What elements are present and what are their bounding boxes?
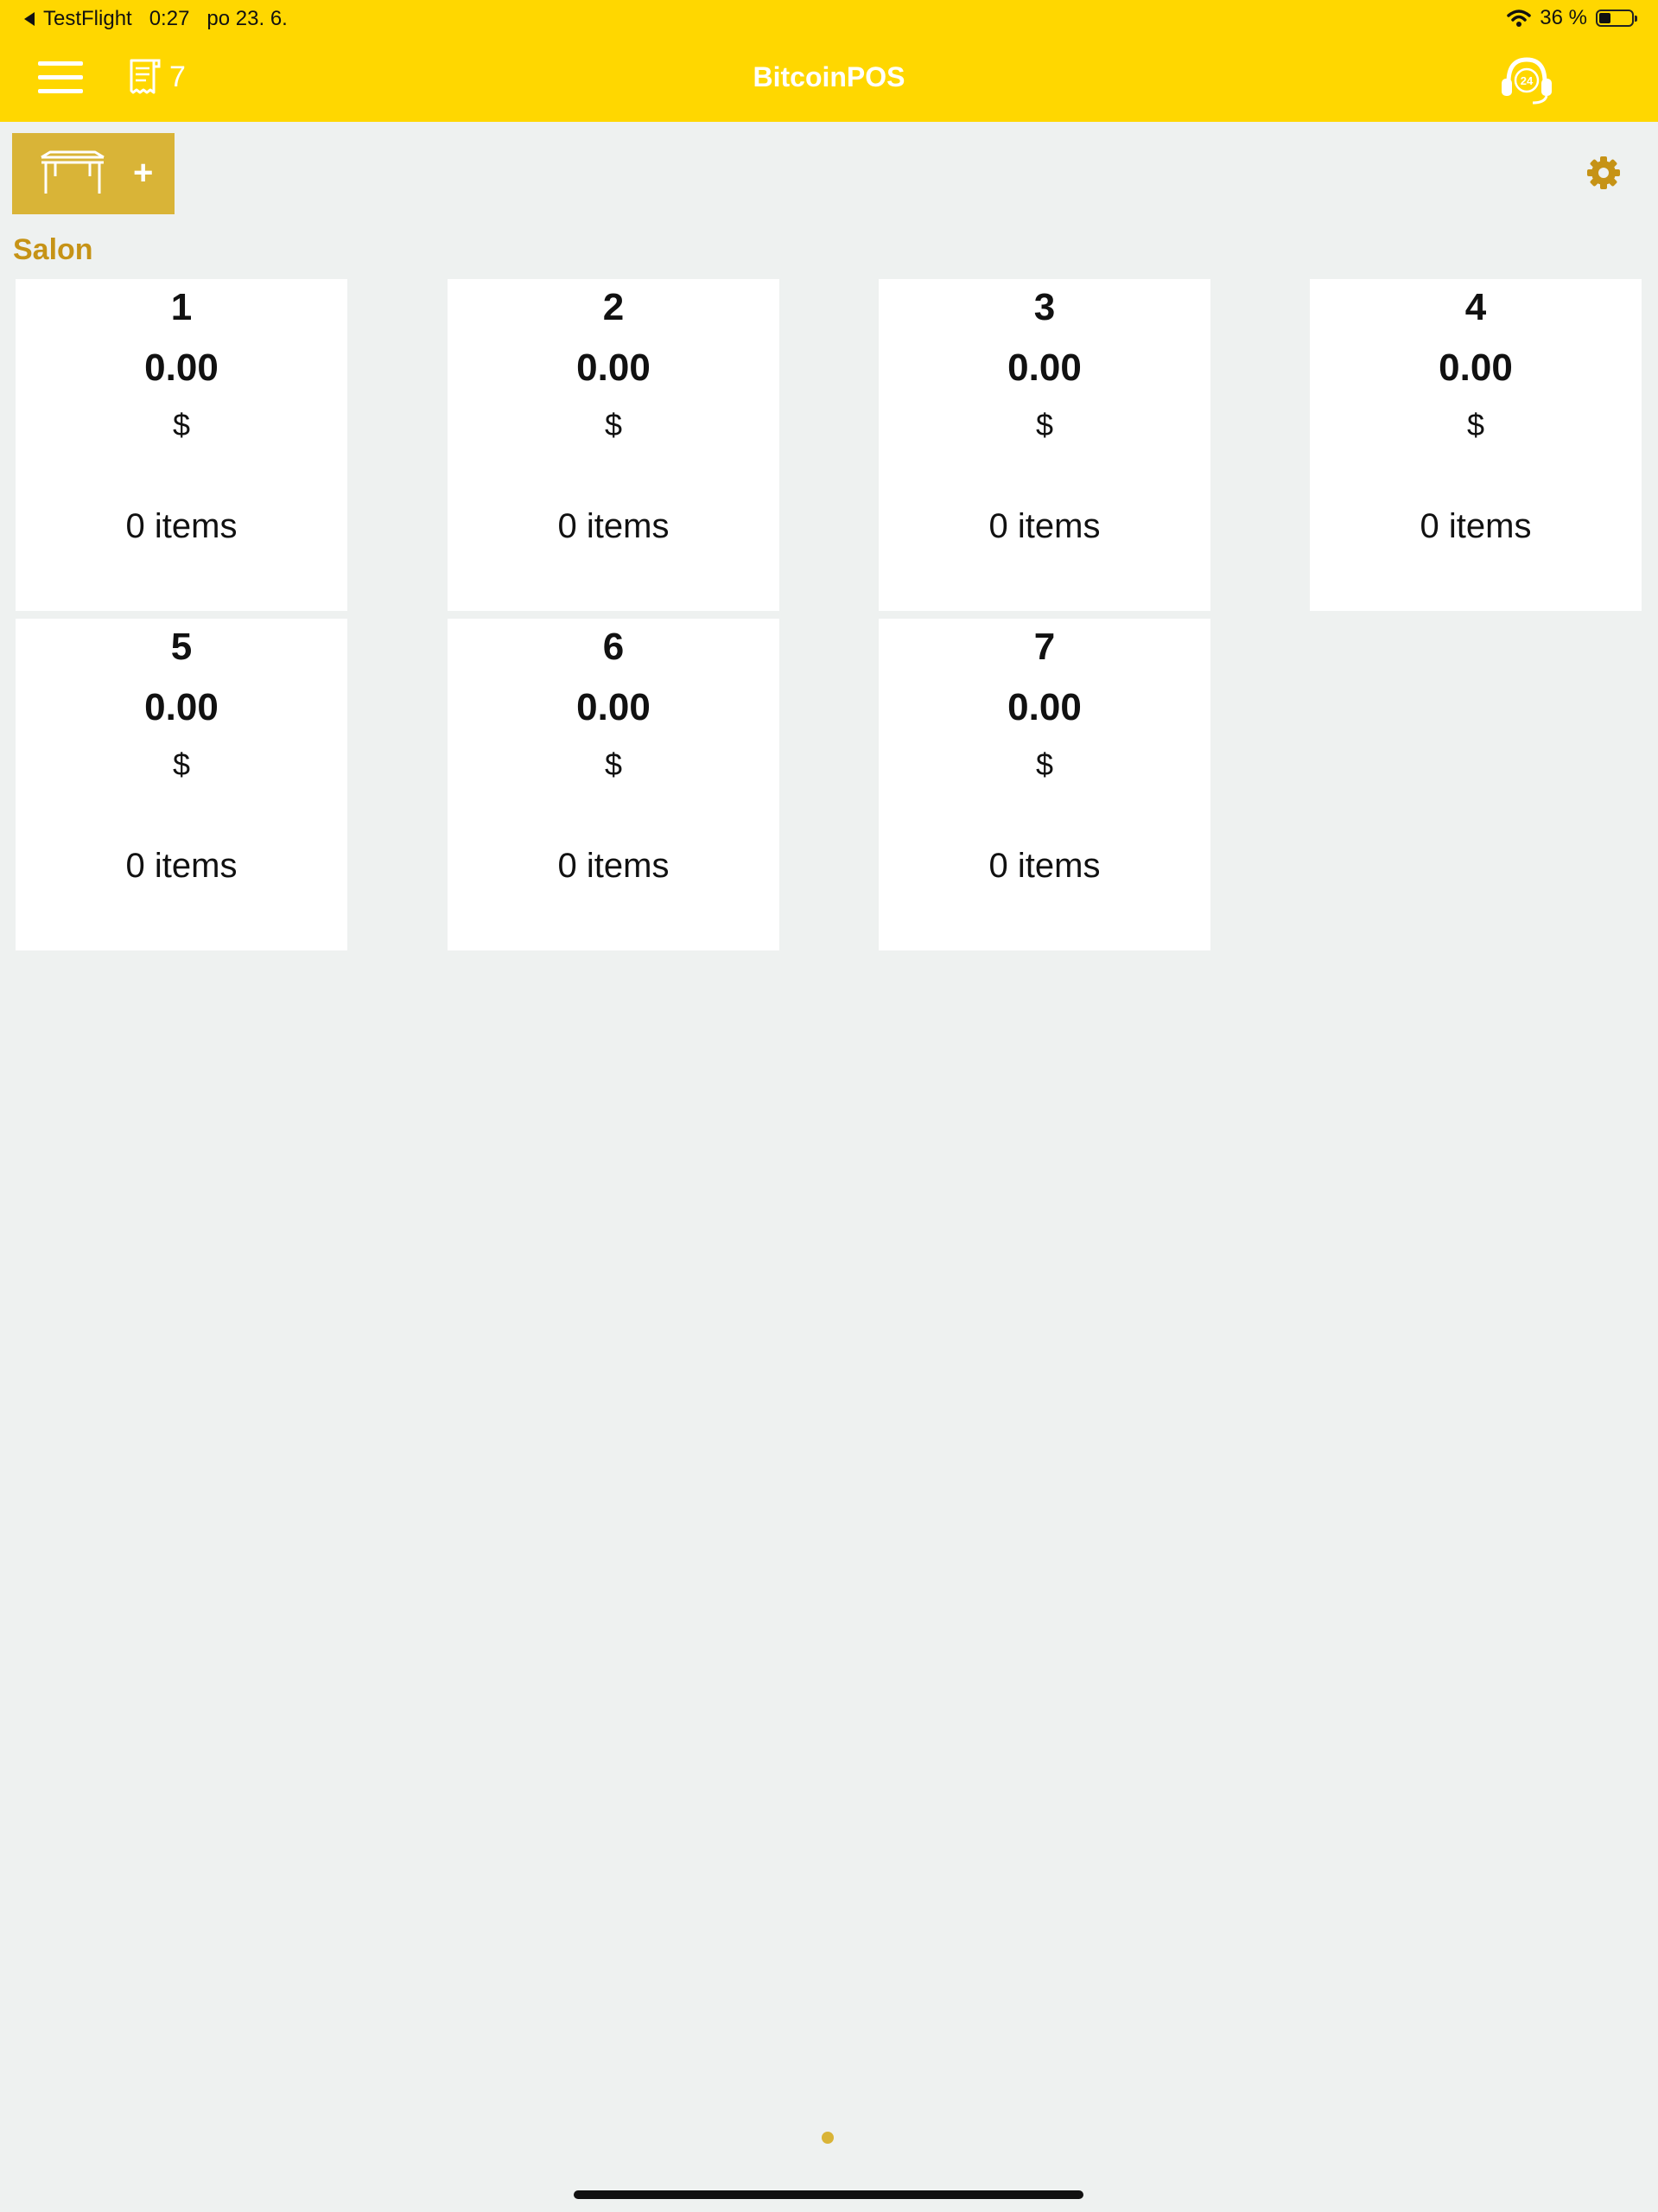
table-total: 0.00 xyxy=(1007,686,1082,728)
back-app-label[interactable]: TestFlight xyxy=(43,7,132,31)
table-total: 0.00 xyxy=(144,346,219,389)
table-currency: $ xyxy=(172,407,191,442)
table-card[interactable]: 7 0.00 $0 items xyxy=(879,619,1210,950)
table-number: 6 xyxy=(602,626,625,668)
status-date: po 23. 6. xyxy=(206,7,288,30)
table-card[interactable]: 1 0.00 $0 items xyxy=(16,279,347,611)
table-number: 1 xyxy=(170,286,193,328)
status-left: TestFlight 0:27 po 23. 6. xyxy=(24,7,288,31)
table-items-count: 0 items xyxy=(1420,507,1532,545)
add-table-button[interactable]: + xyxy=(12,133,175,214)
add-table-plus: + xyxy=(133,154,154,192)
table-items-count: 0 items xyxy=(125,507,238,545)
table-currency: $ xyxy=(1466,407,1485,442)
table-currency: $ xyxy=(604,747,623,782)
table-number: 4 xyxy=(1464,286,1487,328)
page-indicator-dot xyxy=(822,2132,834,2144)
status-bar: TestFlight 0:27 po 23. 6. 36 % xyxy=(0,0,1658,39)
table-currency: $ xyxy=(1035,747,1054,782)
table-number: 7 xyxy=(1033,626,1056,668)
battery-icon xyxy=(1596,10,1637,27)
table-total: 0.00 xyxy=(576,346,651,389)
headset-24-icon: 24 xyxy=(1502,57,1552,105)
table-currency: $ xyxy=(172,747,191,782)
support-icon-text: 24 xyxy=(1521,74,1534,87)
table-total: 0.00 xyxy=(1439,346,1513,389)
app-header: 7 BitcoinPOS 24 xyxy=(0,39,1658,122)
table-items-count: 0 items xyxy=(988,847,1101,885)
table-items-count: 0 items xyxy=(557,507,670,545)
section-title[interactable]: Salon xyxy=(13,233,93,267)
table-total: 0.00 xyxy=(144,686,219,728)
table-number: 5 xyxy=(170,626,193,668)
table-card[interactable]: 3 0.00 $0 items xyxy=(879,279,1210,611)
table-currency: $ xyxy=(1035,407,1054,442)
status-right: 36 % xyxy=(1507,6,1637,30)
battery-percent: 36 % xyxy=(1540,6,1587,29)
support-button[interactable]: 24 xyxy=(1498,54,1555,106)
table-number: 2 xyxy=(602,286,625,328)
table-items-count: 0 items xyxy=(125,847,238,885)
back-arrow-icon[interactable] xyxy=(24,12,35,26)
status-time: 0:27 xyxy=(149,7,190,30)
table-card[interactable]: 5 0.00 $0 items xyxy=(16,619,347,950)
table-card[interactable]: 4 0.00 $0 items xyxy=(1310,279,1642,611)
table-card[interactable]: 2 0.00 $0 items xyxy=(448,279,779,611)
settings-button[interactable] xyxy=(1586,156,1621,190)
table-items-count: 0 items xyxy=(557,847,670,885)
table-items-count: 0 items xyxy=(988,507,1101,545)
battery-level xyxy=(1599,13,1610,23)
home-indicator xyxy=(574,2190,1083,2199)
table-currency: $ xyxy=(604,407,623,442)
table-total: 0.00 xyxy=(1007,346,1082,389)
table-icon xyxy=(41,150,105,194)
table-number: 3 xyxy=(1033,286,1056,328)
table-card[interactable]: 6 0.00 $0 items xyxy=(448,619,779,950)
wifi-icon xyxy=(1507,10,1532,27)
gear-icon xyxy=(1587,156,1620,189)
app-title: BitcoinPOS xyxy=(753,61,905,92)
table-total: 0.00 xyxy=(576,686,651,728)
